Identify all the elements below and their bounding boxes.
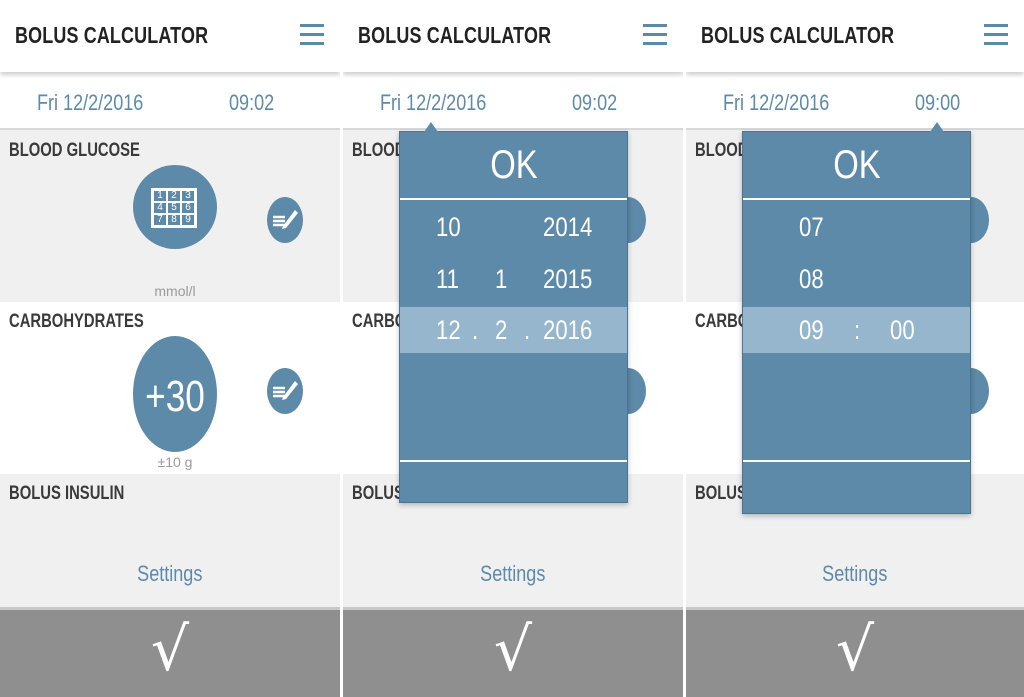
screen-time-picker: BOLUS CALCULATOR Fri 12/2/2016 09:00 BLO…	[686, 0, 1024, 697]
date-separator: .	[524, 315, 531, 345]
carbohydrates-label: CARBOHYDRATES	[9, 311, 144, 332]
settings-link[interactable]: Settings	[686, 561, 1024, 587]
confirm-button[interactable]: √	[0, 607, 340, 697]
blood-glucose-section: BLOOD GLUCOSE 123 456 789 mmol/l	[0, 131, 340, 302]
screen-date-picker: BOLUS CALCULATOR Fri 12/2/2016 09:02 BLO…	[343, 0, 683, 697]
carbs-value: +30	[145, 372, 205, 421]
checkmark-icon: √	[150, 615, 190, 685]
glucose-unit: mmol/l	[154, 283, 196, 299]
pencil-icon	[273, 381, 298, 400]
date-field[interactable]: Fri 12/2/2016	[723, 90, 829, 116]
time-picker-row[interactable]: 08	[743, 256, 970, 302]
minute-option[interactable]: 00	[890, 315, 915, 346]
hour-option[interactable]: 08	[799, 264, 824, 295]
date-field[interactable]: Fri 12/2/2016	[380, 90, 486, 116]
blood-glucose-label: BLOOD GLUCOSE	[9, 140, 140, 161]
date-separator: .	[472, 315, 479, 345]
app-title: BOLUS CALCULATOR	[15, 22, 209, 48]
time-picker-row[interactable]: 07	[743, 204, 970, 250]
divider	[400, 198, 627, 200]
hamburger-menu-icon[interactable]	[984, 24, 1008, 46]
confirm-button[interactable]: √	[686, 607, 1024, 697]
time-picker-row-selected[interactable]: 09 : 00	[743, 307, 970, 353]
month-option[interactable]: 1	[495, 264, 507, 295]
date-picker-row-selected[interactable]: 12 . 2 . 2016	[400, 307, 627, 353]
keypad-icon: 123 456 789	[151, 188, 197, 228]
time-field[interactable]: 09:02	[572, 90, 617, 116]
hamburger-menu-icon[interactable]	[643, 24, 667, 46]
carbs-edit-button[interactable]	[267, 368, 303, 414]
app-header: BOLUS CALCULATOR	[343, 0, 683, 72]
year-option[interactable]: 2016	[543, 315, 592, 346]
confirm-button[interactable]: √	[343, 607, 683, 697]
carbs-unit: ±10 g	[157, 454, 193, 470]
time-picker-ok-button[interactable]: OK	[743, 132, 970, 198]
screen-main: BOLUS CALCULATOR Fri 12/2/2016 09:02 BLO…	[0, 0, 340, 697]
time-field[interactable]: 09:02	[229, 90, 274, 116]
settings-link[interactable]: Settings	[343, 561, 683, 587]
app-header: BOLUS CALCULATOR	[0, 0, 340, 72]
date-picker-popup: OK 10 2014 11 1 2015 12 . 2 . 2016	[399, 122, 628, 503]
blood-glucose-label: BLOOD	[695, 140, 749, 161]
date-field[interactable]: Fri 12/2/2016	[37, 90, 143, 116]
pencil-icon	[273, 210, 298, 229]
time-separator: :	[854, 315, 861, 345]
date-time-bar: Fri 12/2/2016 09:02	[343, 72, 683, 130]
app-title: BOLUS CALCULATOR	[358, 22, 552, 48]
hour-option[interactable]: 07	[799, 212, 824, 243]
glucose-edit-button[interactable]	[267, 197, 303, 243]
date-picker-row[interactable]: 11 1 2015	[400, 256, 627, 302]
month-option[interactable]: 2	[495, 315, 507, 346]
year-option[interactable]: 2014	[543, 212, 592, 243]
date-picker-row[interactable]: 10 2014	[400, 204, 627, 250]
date-time-bar: Fri 12/2/2016 09:00	[686, 72, 1024, 130]
day-option[interactable]: 12	[436, 315, 461, 346]
date-picker-ok-button[interactable]: OK	[400, 132, 627, 198]
hour-option[interactable]: 09	[799, 315, 824, 346]
year-option[interactable]: 2015	[543, 264, 592, 295]
checkmark-icon: √	[493, 615, 533, 685]
date-time-bar: Fri 12/2/2016 09:02	[0, 72, 340, 130]
day-option[interactable]: 11	[436, 264, 459, 295]
settings-link[interactable]: Settings	[0, 561, 340, 587]
bolus-insulin-label: BOLUS	[695, 483, 747, 504]
glucose-keypad-button[interactable]: 123 456 789	[133, 165, 217, 249]
bolus-insulin-label: BOLUS	[352, 483, 404, 504]
bolus-insulin-label: BOLUS INSULIN	[9, 483, 125, 504]
day-option[interactable]: 10	[436, 212, 461, 243]
carbohydrates-section: CARBOHYDRATES +30 ±10 g	[0, 302, 340, 474]
app-header: BOLUS CALCULATOR	[686, 0, 1024, 72]
checkmark-icon: √	[835, 615, 875, 685]
divider	[743, 460, 970, 462]
bolus-insulin-section: BOLUS INSULIN Settings	[0, 474, 340, 607]
divider	[400, 460, 627, 462]
app-title: BOLUS CALCULATOR	[701, 22, 895, 48]
hamburger-menu-icon[interactable]	[300, 24, 324, 46]
divider	[743, 198, 970, 200]
carbs-value-button[interactable]: +30	[133, 336, 217, 452]
blood-glucose-label: BLOOD	[352, 140, 406, 161]
screens-container: BOLUS CALCULATOR Fri 12/2/2016 09:02 BLO…	[0, 0, 1024, 697]
time-picker-popup: OK 07 08 09 : 00	[742, 122, 971, 514]
time-field[interactable]: 09:00	[915, 90, 960, 116]
